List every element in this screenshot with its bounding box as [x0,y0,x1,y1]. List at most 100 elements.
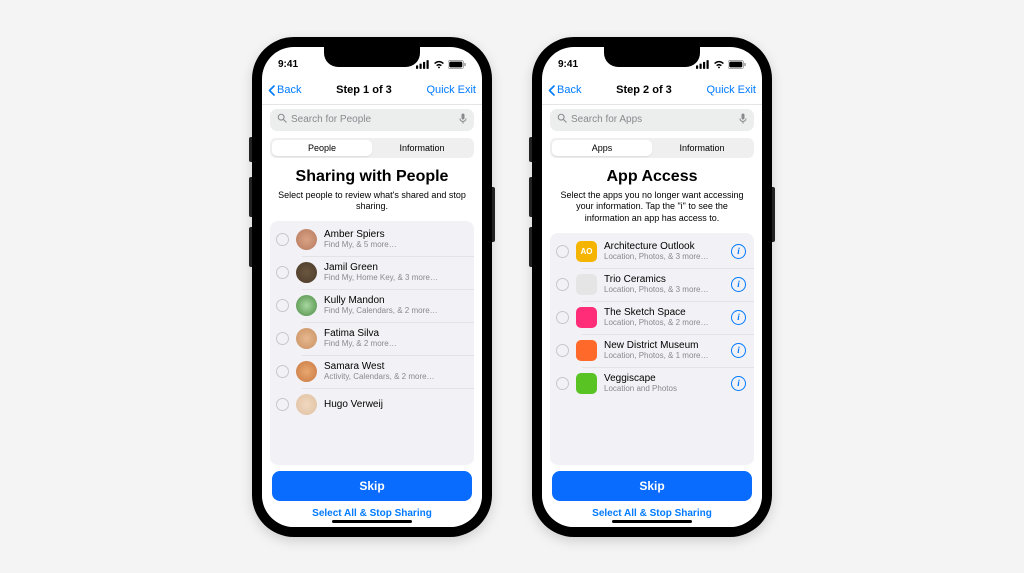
nav-bar: Back Step 2 of 3 Quick Exit [542,77,762,105]
notch [324,47,420,67]
list-item[interactable]: AO Architecture Outlook Location, Photos… [550,235,754,268]
avatar [296,328,317,349]
app-detail: Location, Photos, & 1 more… [604,351,724,360]
status-time: 9:41 [278,59,298,70]
app-icon [576,340,597,361]
status-time: 9:41 [558,59,578,70]
app-detail: Location, Photos, & 3 more… [604,252,724,261]
person-detail: Activity, Calendars, & 2 more… [324,372,466,381]
list-item[interactable]: Amber Spiers Find My, & 5 more… [270,223,474,256]
checkbox[interactable] [276,332,289,345]
person-name: Kully Mandon [324,295,466,306]
search-placeholder: Search for People [291,114,455,125]
back-button[interactable]: Back [548,84,581,96]
skip-button[interactable]: Skip [272,471,472,501]
search-icon [557,113,567,126]
home-indicator[interactable] [612,520,692,523]
segment-apps[interactable]: Apps [552,140,652,156]
info-icon[interactable]: i [731,310,746,325]
select-all-button[interactable]: Select All & Stop Sharing [552,508,752,519]
notch [604,47,700,67]
chevron-left-icon [548,85,555,96]
people-list[interactable]: Amber Spiers Find My, & 5 more… Jamil Gr… [270,221,474,465]
segmented-control[interactable]: Apps Information [550,138,754,158]
app-detail: Location, Photos, & 3 more… [604,285,724,294]
search-input[interactable]: Search for People [270,109,474,131]
checkbox[interactable] [556,245,569,258]
avatar [296,262,317,283]
app-name: Architecture Outlook [604,241,724,252]
list-item[interactable]: Kully Mandon Find My, Calendars, & 2 mor… [270,289,474,322]
nav-title: Step 2 of 3 [616,84,672,96]
page-subheading: Select the apps you no longer want acces… [556,190,748,225]
checkbox[interactable] [276,266,289,279]
list-item[interactable]: Veggiscape Location and Photos i [550,367,754,400]
signal-icon [696,60,710,69]
checkbox[interactable] [276,365,289,378]
wifi-icon [713,60,725,69]
person-detail: Find My, & 2 more… [324,339,466,348]
person-name: Hugo Verweij [324,399,466,410]
list-item[interactable]: New District Museum Location, Photos, & … [550,334,754,367]
segment-information[interactable]: Information [652,140,752,156]
checkbox[interactable] [276,299,289,312]
quick-exit-button[interactable]: Quick Exit [426,84,476,96]
list-item[interactable]: Trio Ceramics Location, Photos, & 3 more… [550,268,754,301]
checkbox[interactable] [556,377,569,390]
person-name: Fatima Silva [324,328,466,339]
checkbox[interactable] [276,233,289,246]
list-item[interactable]: Samara West Activity, Calendars, & 2 mor… [270,355,474,388]
apps-list[interactable]: AO Architecture Outlook Location, Photos… [550,233,754,465]
app-name: New District Museum [604,340,724,351]
back-label: Back [557,84,581,96]
bottom-bar: Skip Select All & Stop Sharing [262,465,482,527]
avatar [296,361,317,382]
person-name: Amber Spiers [324,229,466,240]
back-button[interactable]: Back [268,84,301,96]
mic-icon[interactable] [739,113,747,127]
app-name: Veggiscape [604,373,724,384]
app-name: The Sketch Space [604,307,724,318]
home-indicator[interactable] [332,520,412,523]
segmented-control[interactable]: People Information [270,138,474,158]
person-detail: Find My, & 5 more… [324,240,466,249]
phone-mockup-left: 9:41 Back Step 1 of 3 Quick Exit Search … [252,37,492,537]
app-detail: Location and Photos [604,384,724,393]
segment-people[interactable]: People [272,140,372,156]
checkbox[interactable] [556,344,569,357]
list-item[interactable]: Jamil Green Find My, Home Key, & 3 more… [270,256,474,289]
app-icon [576,307,597,328]
checkbox[interactable] [556,311,569,324]
select-all-button[interactable]: Select All & Stop Sharing [272,508,472,519]
person-name: Samara West [324,361,466,372]
info-icon[interactable]: i [731,376,746,391]
list-item[interactable]: Fatima Silva Find My, & 2 more… [270,322,474,355]
info-icon[interactable]: i [731,343,746,358]
info-icon[interactable]: i [731,277,746,292]
page-heading: App Access [552,168,752,186]
nav-bar: Back Step 1 of 3 Quick Exit [262,77,482,105]
page-heading: Sharing with People [272,168,472,186]
mic-icon[interactable] [459,113,467,127]
search-icon [277,113,287,126]
info-icon[interactable]: i [731,244,746,259]
app-name: Trio Ceramics [604,274,724,285]
app-icon: AO [576,241,597,262]
search-placeholder: Search for Apps [571,114,735,125]
app-detail: Location, Photos, & 2 more… [604,318,724,327]
quick-exit-button[interactable]: Quick Exit [706,84,756,96]
person-name: Jamil Green [324,262,466,273]
bottom-bar: Skip Select All & Stop Sharing [542,465,762,527]
search-input[interactable]: Search for Apps [550,109,754,131]
person-detail: Find My, Home Key, & 3 more… [324,273,466,282]
list-item[interactable]: The Sketch Space Location, Photos, & 2 m… [550,301,754,334]
nav-title: Step 1 of 3 [336,84,392,96]
back-label: Back [277,84,301,96]
checkbox[interactable] [556,278,569,291]
list-item[interactable]: Hugo Verweij [270,388,474,421]
checkbox[interactable] [276,398,289,411]
skip-button[interactable]: Skip [552,471,752,501]
avatar [296,229,317,250]
phone-mockup-right: 9:41 Back Step 2 of 3 Quick Exit Search … [532,37,772,537]
segment-information[interactable]: Information [372,140,472,156]
